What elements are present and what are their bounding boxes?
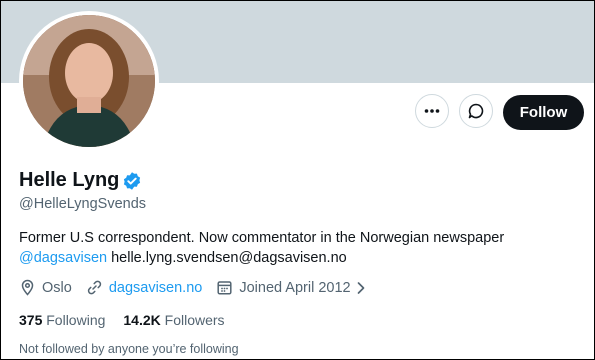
- follow-button[interactable]: Follow: [503, 95, 584, 130]
- following-label: Following: [46, 312, 106, 328]
- profile-bio: Former U.S correspondent. Now commentato…: [19, 228, 579, 268]
- avatar[interactable]: [19, 11, 159, 151]
- link-icon: [87, 280, 101, 295]
- followers-label: Followers: [164, 312, 225, 328]
- bio-mention-link[interactable]: @dagsavisen: [19, 250, 107, 266]
- calendar-icon: [217, 281, 232, 295]
- join-date[interactable]: Joined April 2012: [216, 279, 366, 296]
- profile-name: Helle Lyng: [19, 169, 120, 191]
- followed-by-text: Not followed by anyone you’re following: [19, 342, 239, 356]
- profile-stats: 375 Following 14.2K Followers: [19, 312, 243, 328]
- following-count: 375: [19, 312, 43, 328]
- more-icon: [424, 109, 440, 113]
- website[interactable]: dagsavisen.no: [86, 279, 203, 296]
- location-label: Oslo: [42, 279, 72, 296]
- following-stat[interactable]: 375 Following: [19, 312, 105, 328]
- website-link[interactable]: dagsavisen.no: [109, 280, 203, 296]
- join-date-label: Joined April 2012: [239, 279, 351, 296]
- message-button[interactable]: [459, 94, 493, 128]
- followers-count: 14.2K: [123, 312, 161, 328]
- verified-badge-icon: [123, 172, 141, 190]
- profile-meta: Oslo dagsavisen.no Joined April 2012: [19, 279, 381, 296]
- more-button[interactable]: [415, 94, 449, 128]
- message-icon: [468, 103, 484, 119]
- chevron-right-icon: [357, 281, 364, 294]
- location-pin-icon: [21, 279, 34, 296]
- followers-stat[interactable]: 14.2K Followers: [123, 312, 224, 328]
- profile-handle: @HelleLyngSvends: [19, 196, 147, 212]
- bio-email: helle.lyng.svendsen@dagsavisen.no: [107, 250, 347, 266]
- profile-card: Follow Helle Lyng @HelleLyngSvends Forme…: [0, 0, 595, 360]
- avatar-photo: [23, 15, 155, 147]
- location: Oslo: [19, 279, 72, 296]
- bio-text: Former U.S correspondent. Now commentato…: [19, 230, 505, 246]
